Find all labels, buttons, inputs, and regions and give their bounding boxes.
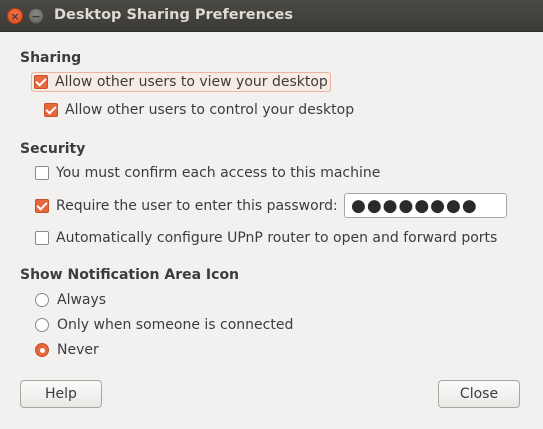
notify-never-row[interactable]: Never [35,342,99,358]
notify-always-label: Always [57,292,107,308]
allow-control-row[interactable]: Allow other users to control your deskto… [44,102,354,118]
notify-always-row[interactable]: Always [35,292,106,308]
require-password-checkbox[interactable] [35,199,49,213]
upnp-checkbox[interactable] [35,231,49,245]
allow-view-label: Allow other users to view your desktop [55,74,328,90]
password-value: ●●●●●●●● [351,195,478,216]
allow-view-row[interactable]: Allow other users to view your desktop [31,72,331,92]
notify-never-label: Never [57,342,99,358]
window-close-button[interactable]: × [7,8,23,24]
allow-view-checkbox[interactable] [34,75,48,89]
allow-control-label: Allow other users to control your deskto… [65,102,355,118]
window-title: Desktop Sharing Preferences [54,7,294,23]
password-field[interactable]: ●●●●●●●● [344,193,507,218]
require-password-row[interactable]: Require the user to enter this password: [35,198,338,214]
window-minimize-button[interactable]: − [28,8,44,24]
security-header: Security [20,141,86,157]
notify-always-radio[interactable] [35,293,49,307]
confirm-access-row[interactable]: You must confirm each access to this mac… [35,165,380,181]
notify-never-radio[interactable] [35,343,49,357]
sharing-header: Sharing [20,50,82,66]
help-button[interactable]: Help [20,380,102,408]
confirm-access-label: You must confirm each access to this mac… [56,165,381,181]
close-icon: × [10,9,20,23]
upnp-row[interactable]: Automatically configure UPnP router to o… [35,230,497,246]
notify-connected-label: Only when someone is connected [57,317,294,333]
title-bar: × − Desktop Sharing Preferences [0,0,543,32]
notify-connected-row[interactable]: Only when someone is connected [35,317,293,333]
require-password-label: Require the user to enter this password: [56,198,338,214]
notification-header: Show Notification Area Icon [20,267,240,283]
upnp-label: Automatically configure UPnP router to o… [56,230,498,246]
minimize-icon: − [31,9,41,23]
notify-connected-radio[interactable] [35,318,49,332]
confirm-access-checkbox[interactable] [35,166,49,180]
close-button[interactable]: Close [438,380,520,408]
allow-control-checkbox[interactable] [44,103,58,117]
